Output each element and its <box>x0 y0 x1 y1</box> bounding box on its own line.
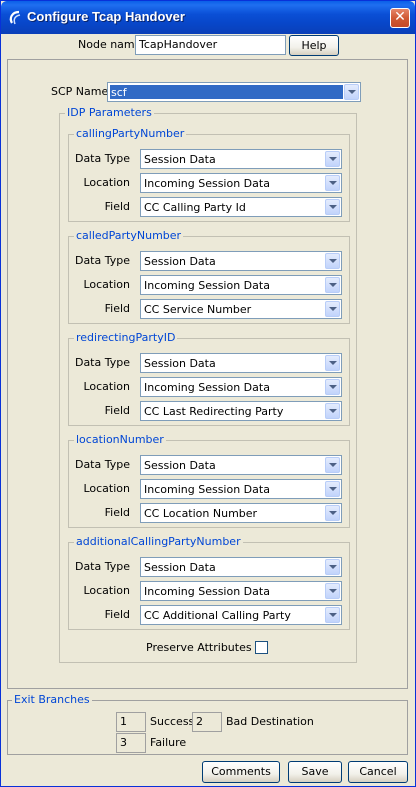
dialog-content: Node name TcapHandover Help SCP Name scf… <box>4 34 412 785</box>
data-type-select[interactable]: Session Data <box>140 455 342 475</box>
field-select[interactable]: CC Additional Calling Party <box>140 605 342 625</box>
chevron-down-icon[interactable] <box>325 607 340 623</box>
branch-label: Success <box>150 715 195 728</box>
field-label: Field <box>104 608 130 621</box>
field-label: Field <box>104 302 130 315</box>
chevron-down-icon[interactable] <box>325 277 340 293</box>
data-type-label: Data Type <box>74 458 130 471</box>
group-calling-party-number: callingPartyNumber Data Type Session Dat… <box>68 127 350 222</box>
chevron-down-icon[interactable] <box>325 559 340 575</box>
location-label: Location <box>83 278 130 291</box>
chevron-down-icon[interactable] <box>325 301 340 317</box>
data-type-label: Data Type <box>74 152 130 165</box>
branch-number: 3 <box>116 733 146 753</box>
title-bar[interactable]: Configure Tcap Handover ✕ <box>1 1 415 34</box>
help-button[interactable]: Help <box>289 35 339 56</box>
field-select[interactable]: CC Location Number <box>140 503 342 523</box>
data-type-label: Data Type <box>74 356 130 369</box>
data-type-select[interactable]: Session Data <box>140 149 342 169</box>
field-select[interactable]: CC Service Number <box>140 299 342 319</box>
group-location-number: locationNumber Data Type Session Data Lo… <box>68 433 350 528</box>
close-icon[interactable]: ✕ <box>390 8 410 28</box>
group-additional-calling-party-number: additionalCallingPartyNumber Data Type S… <box>68 535 350 630</box>
field-label: Field <box>104 506 130 519</box>
group-legend: additionalCallingPartyNumber <box>74 535 243 549</box>
field-label: Field <box>104 404 130 417</box>
group-legend: locationNumber <box>74 433 166 447</box>
group-legend: redirectingPartyID <box>74 331 178 345</box>
location-select[interactable]: Incoming Session Data <box>140 581 342 601</box>
group-called-party-number: calledPartyNumber Data Type Session Data… <box>68 229 350 324</box>
branch-number: 1 <box>116 712 146 732</box>
field-select[interactable]: CC Last Redirecting Party <box>140 401 342 421</box>
chevron-down-icon[interactable] <box>325 583 340 599</box>
scp-name-label: SCP Name <box>51 85 109 98</box>
scp-name-select[interactable]: scf <box>107 82 361 102</box>
chevron-down-icon[interactable] <box>325 505 340 521</box>
branch-number: 2 <box>192 712 222 732</box>
branch-label: Failure <box>150 736 187 749</box>
data-type-select[interactable]: Session Data <box>140 251 342 271</box>
field-select[interactable]: CC Calling Party Id <box>140 197 342 217</box>
chevron-down-icon[interactable] <box>325 253 340 269</box>
app-icon <box>9 10 21 25</box>
group-legend: callingPartyNumber <box>74 127 187 141</box>
location-label: Location <box>83 584 130 597</box>
chevron-down-icon[interactable] <box>325 355 340 371</box>
chevron-down-icon[interactable] <box>325 175 340 191</box>
location-label: Location <box>83 176 130 189</box>
idp-parameters-legend: IDP Parameters <box>65 106 154 120</box>
exit-branches-legend: Exit Branches <box>12 693 92 707</box>
chevron-down-icon[interactable] <box>325 199 340 215</box>
data-type-select[interactable]: Session Data <box>140 557 342 577</box>
data-type-label: Data Type <box>74 560 130 573</box>
preserve-attributes-checkbox[interactable] <box>255 641 268 654</box>
data-type-select[interactable]: Session Data <box>140 353 342 373</box>
location-select[interactable]: Incoming Session Data <box>140 479 342 499</box>
location-select[interactable]: Incoming Session Data <box>140 173 342 193</box>
chevron-down-icon[interactable] <box>325 151 340 167</box>
group-redirecting-party-id: redirectingPartyID Data Type Session Dat… <box>68 331 350 426</box>
node-name-input[interactable]: TcapHandover <box>135 35 286 55</box>
chevron-down-icon[interactable] <box>325 457 340 473</box>
group-legend: calledPartyNumber <box>74 229 184 243</box>
chevron-down-icon[interactable] <box>325 481 340 497</box>
chevron-down-icon[interactable] <box>325 379 340 395</box>
chevron-down-icon[interactable] <box>325 403 340 419</box>
data-type-label: Data Type <box>74 254 130 267</box>
chevron-down-icon[interactable] <box>344 84 359 100</box>
location-label: Location <box>83 380 130 393</box>
comments-button[interactable]: Comments <box>202 761 280 783</box>
node-name-label: Node name <box>78 38 142 51</box>
cancel-button[interactable]: Cancel <box>348 761 408 783</box>
location-select[interactable]: Incoming Session Data <box>140 275 342 295</box>
scp-name-value: scf <box>111 86 127 99</box>
dialog-window: Configure Tcap Handover ✕ Node name Tcap… <box>0 0 416 787</box>
preserve-attributes-label: Preserve Attributes <box>146 641 252 654</box>
field-label: Field <box>104 200 130 213</box>
window-title: Configure Tcap Handover <box>27 9 185 24</box>
branch-label: Bad Destination <box>226 715 314 728</box>
save-button[interactable]: Save <box>288 761 342 783</box>
location-label: Location <box>83 482 130 495</box>
location-select[interactable]: Incoming Session Data <box>140 377 342 397</box>
